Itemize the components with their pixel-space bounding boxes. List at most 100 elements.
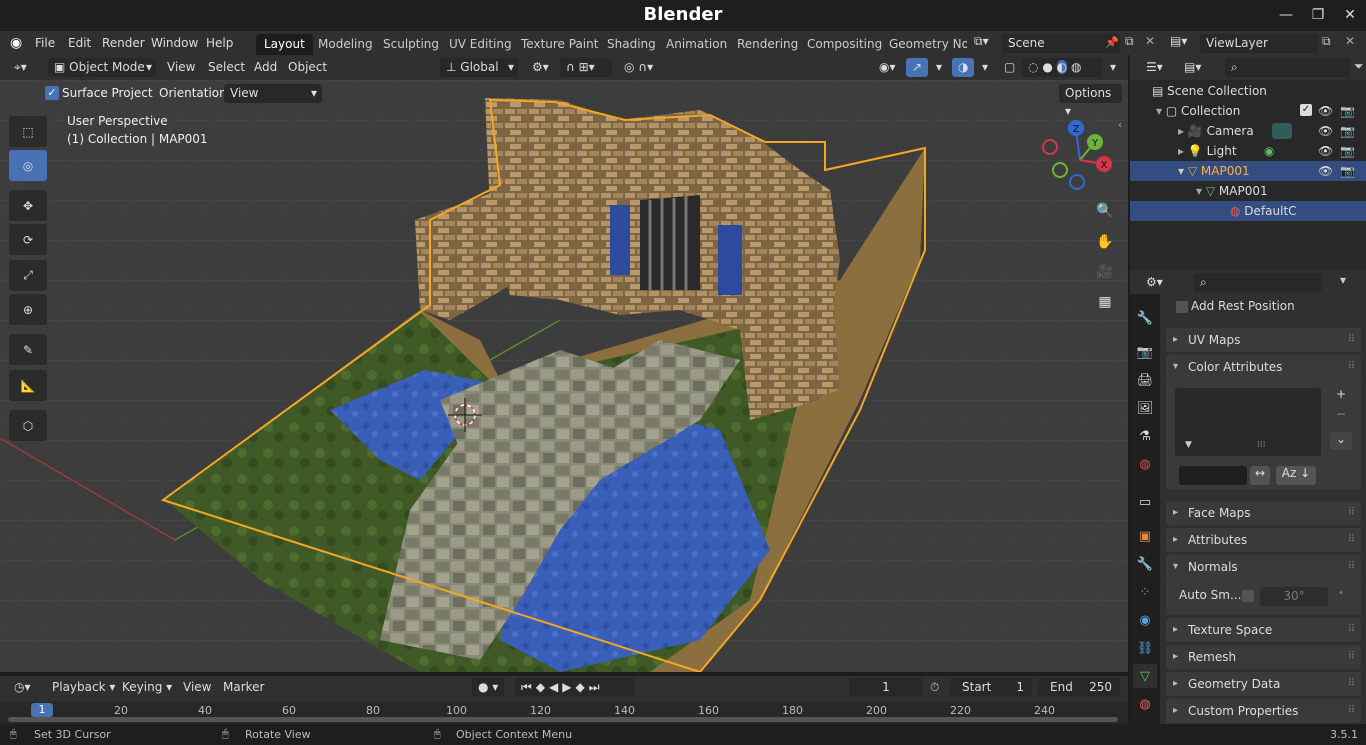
- render-camera-icon[interactable]: 📷: [1340, 101, 1355, 121]
- menu-add[interactable]: Add: [248, 58, 283, 77]
- add-rest-position-checkbox[interactable]: [1176, 301, 1188, 313]
- color-attribute-filter-input[interactable]: [1179, 466, 1247, 485]
- measure-tool-icon[interactable]: 📐: [9, 370, 47, 401]
- overlay-toggle-icon[interactable]: ◑: [952, 58, 974, 77]
- tab-modeling[interactable]: Modeling: [310, 34, 381, 55]
- render-camera-icon[interactable]: 📷: [1340, 141, 1355, 161]
- chevron-right-icon[interactable]: ▸: [1178, 124, 1188, 138]
- sort-alpha-icon[interactable]: Az ↓: [1276, 466, 1316, 485]
- timeline-ruler[interactable]: 1 20 40 60 80 100 120 140 160 180 200 22…: [0, 702, 1128, 724]
- color-attributes-list[interactable]: ▼ ⁞⁞⁞: [1175, 388, 1321, 456]
- outliner-editor-icon[interactable]: ☰▾: [1140, 58, 1169, 77]
- timeline-editor-icon[interactable]: ◷▾: [8, 678, 37, 697]
- menu-object[interactable]: Object: [282, 58, 333, 77]
- tab-texture-paint[interactable]: Texture Paint: [513, 34, 606, 55]
- timeline-scrollbar[interactable]: [8, 717, 1118, 722]
- outliner-row-map001[interactable]: ▾ ▽ MAP001 👁 📷: [1130, 161, 1366, 181]
- drag-handle-icon[interactable]: ⠿: [1348, 555, 1355, 579]
- drag-handle-icon[interactable]: ⠿: [1348, 618, 1355, 642]
- remove-attribute-icon[interactable]: −: [1330, 407, 1352, 425]
- transform-tool-icon[interactable]: ⊕: [9, 294, 47, 325]
- properties-editor-icon[interactable]: ⚙▾: [1140, 273, 1169, 292]
- visibility-icon[interactable]: ◉▾: [873, 58, 902, 77]
- panel-attributes[interactable]: ▸ Attributes ⠿: [1166, 528, 1361, 552]
- eye-icon[interactable]: 👁: [1318, 121, 1333, 141]
- outliner-row-collection[interactable]: ▾ ▢ Collection ✓ 👁 📷: [1130, 101, 1366, 121]
- jump-end-icon[interactable]: ⏭: [589, 680, 604, 694]
- chevron-right-icon[interactable]: ▸: [1178, 144, 1188, 158]
- light-data-icon[interactable]: ◉: [1264, 141, 1274, 161]
- drag-handle-icon[interactable]: ⠿: [1348, 699, 1355, 723]
- 3d-viewport[interactable]: Z Y X ✓ Surface Project Orientation: Vie…: [0, 80, 1128, 672]
- tab-geometry-nodes[interactable]: Geometry Noc: [881, 34, 967, 55]
- editor-type-icon[interactable]: ⌖▾: [8, 58, 33, 77]
- camera-view-icon[interactable]: 🎥: [1091, 258, 1119, 286]
- drag-handle-icon[interactable]: ⠿: [1348, 355, 1355, 379]
- auto-smooth-checkbox[interactable]: [1242, 590, 1254, 602]
- surface-project-checkbox[interactable]: ✓: [45, 86, 59, 100]
- scene-name-field[interactable]: Scene: [1002, 34, 1120, 53]
- menu-marker[interactable]: Marker: [217, 678, 270, 697]
- render-camera-icon[interactable]: 📷: [1340, 121, 1355, 141]
- tab-rendering[interactable]: Rendering: [729, 34, 806, 55]
- attribute-menu-icon[interactable]: ⌄: [1330, 432, 1352, 450]
- properties-search-input[interactable]: ⌕: [1194, 273, 1322, 292]
- next-keyframe-icon[interactable]: ◆: [576, 680, 589, 694]
- transform-orientation-dropdown[interactable]: ⊥ Global ▾: [440, 58, 518, 77]
- panel-geometry-data[interactable]: ▸ Geometry Data ⠿: [1166, 672, 1361, 696]
- output-tab-icon[interactable]: 🖨: [1133, 368, 1157, 392]
- world-tab-icon[interactable]: ◍: [1133, 452, 1157, 476]
- cursor-tool-icon[interactable]: ◎: [9, 150, 47, 181]
- camera-data-icon[interactable]: [1272, 123, 1292, 139]
- eye-icon[interactable]: 👁: [1318, 141, 1333, 161]
- mesh-data-tab-icon[interactable]: ▽: [1133, 664, 1157, 688]
- pivot-point-icon[interactable]: ⚙▾: [526, 58, 555, 77]
- animate-property-icon[interactable]: •: [1338, 588, 1344, 599]
- ortho-toggle-icon[interactable]: ▦: [1091, 288, 1119, 316]
- panel-uv-maps[interactable]: ▸ UV Maps ⠿: [1166, 328, 1361, 352]
- menu-timeline-view[interactable]: View: [177, 678, 217, 697]
- proportional-edit-icon[interactable]: ◎ ∩▾: [618, 58, 659, 77]
- swap-icon[interactable]: ↔: [1250, 466, 1270, 485]
- rotate-tool-icon[interactable]: ⟳: [9, 224, 47, 255]
- panel-color-attributes[interactable]: ▾ Color Attributes ⠿: [1166, 355, 1361, 379]
- close-icon[interactable]: ✕: [1342, 8, 1358, 22]
- outliner-row-scene-collection[interactable]: ▤ Scene Collection: [1130, 81, 1366, 101]
- physics-tab-icon[interactable]: ◉: [1133, 608, 1157, 632]
- tab-animation[interactable]: Animation: [658, 34, 735, 55]
- scene-tab-icon[interactable]: ⚗: [1133, 424, 1157, 448]
- render-tab-icon[interactable]: 📷: [1133, 340, 1157, 364]
- display-mode-icon[interactable]: ▤▾: [1178, 58, 1207, 77]
- exclude-checkbox[interactable]: ✓: [1300, 104, 1312, 116]
- blender-logo-icon[interactable]: ◉: [10, 35, 26, 51]
- play-icon[interactable]: ▶: [562, 680, 575, 694]
- maximize-icon[interactable]: ❐: [1310, 8, 1326, 22]
- modifier-tab-icon[interactable]: 🔧: [1133, 552, 1157, 576]
- view-layer-tab-icon[interactable]: 🖼: [1133, 396, 1157, 420]
- panel-face-maps[interactable]: ▸ Face Maps ⠿: [1166, 501, 1361, 525]
- drag-handle-icon[interactable]: ⠿: [1348, 501, 1355, 525]
- solid-shading-icon[interactable]: ●: [1042, 60, 1052, 74]
- render-camera-icon[interactable]: 📷: [1340, 161, 1355, 181]
- rendered-shading-icon[interactable]: ◍: [1071, 60, 1081, 74]
- chevron-down-icon[interactable]: ▾: [1178, 164, 1188, 178]
- xray-toggle-icon[interactable]: ▢: [998, 58, 1021, 77]
- menu-window[interactable]: Window: [146, 34, 203, 52]
- menu-playback[interactable]: Playback ▾: [46, 678, 121, 697]
- delete-view-layer-icon[interactable]: ✕: [1345, 34, 1355, 48]
- outliner-row-material[interactable]: ◍ DefaultC: [1130, 201, 1366, 221]
- constraints-tab-icon[interactable]: ⛓: [1133, 636, 1157, 660]
- tool-tab-icon[interactable]: 🔧: [1133, 306, 1157, 330]
- gizmo-toggle-icon[interactable]: ↗: [906, 58, 928, 77]
- drag-handle-icon[interactable]: ⠿: [1348, 672, 1355, 696]
- new-scene-icon[interactable]: ⧉: [1125, 34, 1134, 49]
- menu-keying[interactable]: Keying ▾: [116, 678, 178, 697]
- stopwatch-icon[interactable]: ⏱: [930, 680, 939, 695]
- play-reverse-icon[interactable]: ◀: [549, 680, 562, 694]
- orientation-dropdown[interactable]: View ▾: [224, 84, 322, 103]
- wireframe-shading-icon[interactable]: ◌: [1028, 60, 1038, 74]
- panel-custom-properties[interactable]: ▸ Custom Properties ⠿: [1166, 699, 1361, 723]
- snap-toggle-icon[interactable]: ∩ ⊞▾: [560, 58, 612, 77]
- pan-hand-icon[interactable]: ✋: [1091, 228, 1119, 256]
- particles-tab-icon[interactable]: ⁘: [1133, 580, 1157, 604]
